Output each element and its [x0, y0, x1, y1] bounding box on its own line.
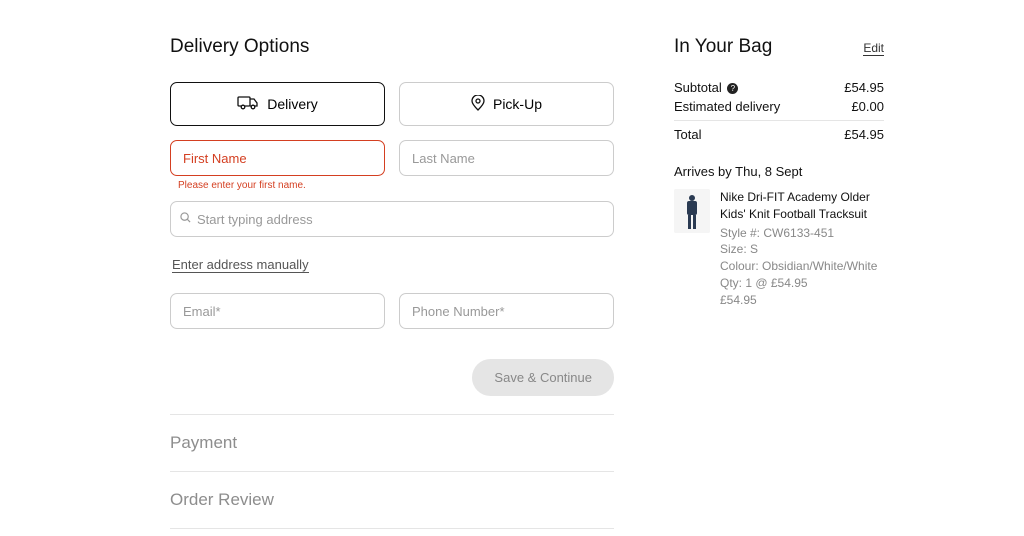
product-thumbnail [674, 189, 710, 233]
last-name-input[interactable] [399, 140, 614, 176]
item-style: Style #: CW6133-451 [720, 225, 884, 242]
total-value: £54.95 [844, 127, 884, 142]
cart-item: Nike Dri-FIT Academy Older Kids' Knit Fo… [674, 189, 884, 309]
edit-bag-link[interactable]: Edit [863, 41, 884, 56]
delivery-method-tabs: Delivery Pick-Up [170, 82, 614, 126]
total-label: Total [674, 127, 701, 142]
first-name-input[interactable] [170, 140, 385, 176]
item-price: £54.95 [720, 292, 884, 309]
delivery-options-title: Delivery Options [170, 36, 614, 58]
item-size: Size: S [720, 241, 884, 258]
tab-pickup[interactable]: Pick-Up [399, 82, 614, 126]
tab-delivery-label: Delivery [267, 96, 318, 112]
shipping-value: £0.00 [851, 99, 884, 114]
subtotal-row: Subtotal ? £54.95 [674, 80, 884, 95]
item-colour: Colour: Obsidian/White/White [720, 258, 884, 275]
payment-section-title: Payment [170, 415, 614, 471]
shipping-row: Estimated delivery £0.00 [674, 99, 884, 114]
total-row: Total £54.95 [674, 127, 884, 142]
subtotal-label: Subtotal [674, 80, 722, 95]
first-name-error: Please enter your first name. [178, 180, 385, 191]
item-qty: Qty: 1 @ £54.95 [720, 275, 884, 292]
arrives-by: Arrives by Thu, 8 Sept [674, 164, 884, 179]
help-icon[interactable]: ? [727, 83, 738, 94]
shipping-label: Estimated delivery [674, 99, 780, 114]
save-continue-button[interactable]: Save & Continue [472, 359, 614, 396]
divider [170, 528, 614, 529]
shipping-icon [237, 96, 259, 113]
tab-delivery[interactable]: Delivery [170, 82, 385, 126]
email-input[interactable] [170, 293, 385, 329]
item-name: Nike Dri-FIT Academy Older Kids' Knit Fo… [720, 189, 884, 223]
subtotal-value: £54.95 [844, 80, 884, 95]
address-input[interactable] [170, 201, 614, 237]
bag-title: In Your Bag [674, 36, 772, 58]
location-pin-icon [471, 95, 485, 114]
tab-pickup-label: Pick-Up [493, 96, 542, 112]
enter-address-manually-link[interactable]: Enter address manually [172, 257, 309, 273]
divider [674, 120, 884, 121]
order-review-section-title: Order Review [170, 472, 614, 528]
phone-input[interactable] [399, 293, 614, 329]
